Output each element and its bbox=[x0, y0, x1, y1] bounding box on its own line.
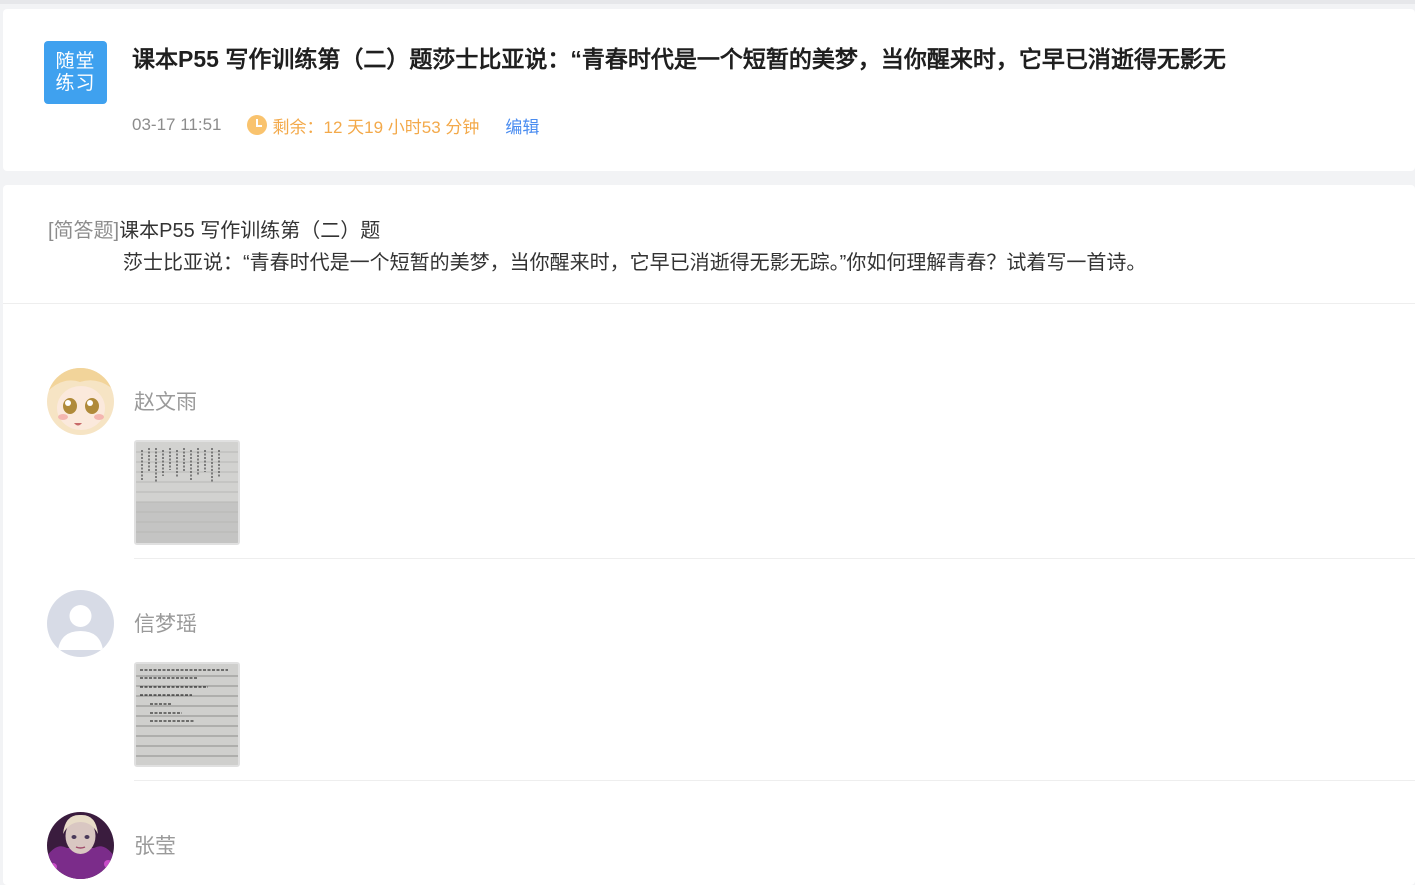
publish-date: 03-17 11:51 bbox=[132, 115, 222, 134]
student-name: 张莹 bbox=[134, 835, 176, 858]
question-content: [简答题]课本P55 写作训练第（二）题 莎士比亚说：“青春时代是一个短暂的美梦… bbox=[3, 185, 1415, 885]
answer-divider bbox=[134, 780, 1415, 781]
practice-badge-icon: 随堂 练习 bbox=[44, 41, 107, 104]
submission-image[interactable] bbox=[134, 440, 240, 545]
assignment-meta: 03-17 11:51 剩余：12 天19 小时53 分钟 编辑 bbox=[132, 113, 539, 137]
clock-icon bbox=[247, 115, 268, 135]
question-type: [简答题] bbox=[48, 220, 120, 242]
question-body: 莎士比亚说：“青春时代是一个短暂的美梦，当你醒来时，它早已消逝得无影无踪。”你如… bbox=[123, 252, 1147, 274]
question-title: 课本P55 写作训练第（二）题 bbox=[119, 220, 381, 242]
time-remaining: 剩余：12 天19 小时53 分钟 bbox=[272, 117, 480, 137]
submission-image[interactable] bbox=[134, 662, 240, 767]
assignment-header: 随堂 练习 课本P55 写作训练第（二）题莎士比亚说：“青春时代是一个短暂的美梦… bbox=[3, 9, 1415, 171]
top-divider bbox=[0, 0, 1415, 4]
badge-line1: 随堂 bbox=[55, 50, 96, 72]
question-block: [简答题]课本P55 写作训练第（二）题 莎士比亚说：“青春时代是一个短暂的美梦… bbox=[48, 215, 1146, 279]
anime-girl-avatar-icon[interactable] bbox=[47, 368, 114, 435]
student-name: 信梦瑶 bbox=[134, 613, 197, 636]
edit-link[interactable]: 编辑 bbox=[505, 113, 539, 138]
default-user-avatar-icon[interactable] bbox=[47, 590, 114, 657]
answer-divider bbox=[134, 558, 1415, 559]
badge-line2: 练习 bbox=[55, 72, 96, 94]
student-name: 赵文雨 bbox=[134, 391, 197, 414]
assignment-title: 课本P55 写作训练第（二）题莎士比亚说：“青春时代是一个短暂的美梦，当你醒来时… bbox=[132, 46, 1226, 72]
section-divider bbox=[3, 303, 1415, 304]
